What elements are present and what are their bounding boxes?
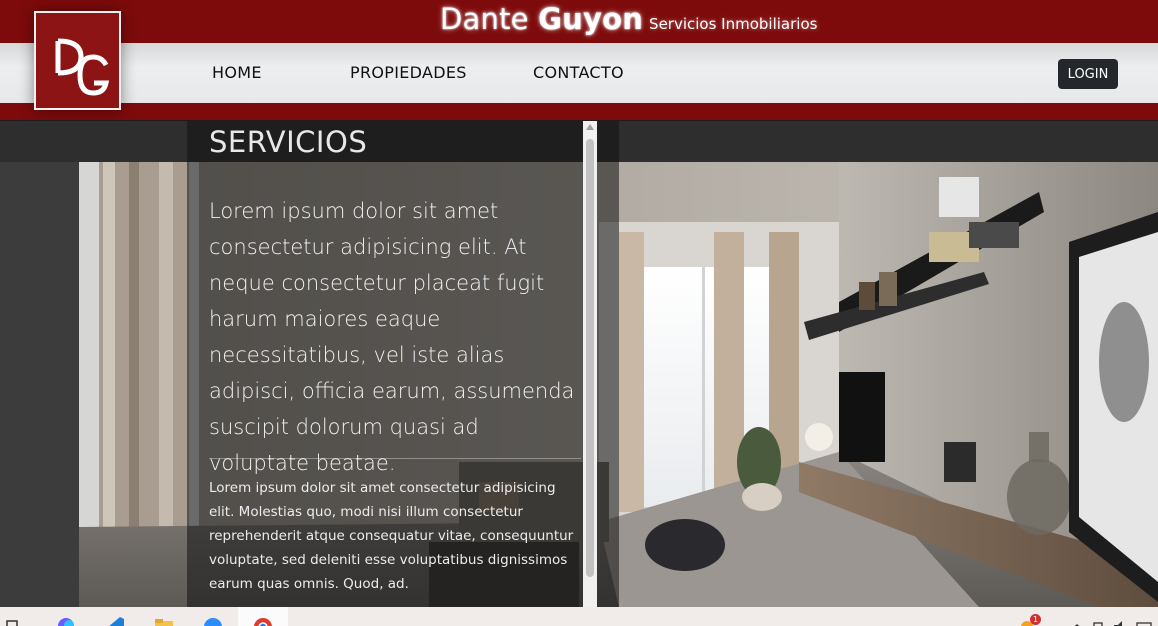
header-bar: Dante Guyon Servicios Inmobiliarios <box>0 0 1158 43</box>
logo-monogram: DG <box>55 38 110 96</box>
hero-section: SERVICIOS Lorem ipsum dolor sit amet con… <box>0 121 1158 607</box>
login-button[interactable]: LOGIN <box>1058 59 1118 89</box>
brand-subtitle: Servicios Inmobiliarios <box>649 15 818 33</box>
chevron-up-icon[interactable] <box>1066 615 1088 626</box>
os-taskbar: 1 <box>0 607 1158 626</box>
vscode-icon[interactable] <box>104 615 126 626</box>
brand: Dante Guyon Servicios Inmobiliarios <box>440 2 817 36</box>
header-bottom-band <box>0 103 1158 120</box>
scroll-thumb[interactable] <box>586 139 594 577</box>
brand-first-name: Dante <box>440 2 529 36</box>
battery-icon[interactable] <box>1134 615 1156 626</box>
volume-icon[interactable] <box>1110 615 1132 626</box>
nav-item-contacto[interactable]: CONTACTO <box>533 63 624 82</box>
brand-last-name: Guyon <box>538 2 644 36</box>
services-panel: SERVICIOS Lorem ipsum dolor sit amet con… <box>187 121 619 607</box>
zoom-icon[interactable] <box>202 615 224 626</box>
section-divider <box>209 458 581 459</box>
chrome-icon[interactable] <box>252 615 274 626</box>
section-body-text: Lorem ipsum dolor sit amet consectetur a… <box>209 480 574 592</box>
nav-item-propiedades[interactable]: PROPIEDADES <box>350 63 467 82</box>
section-lead-text: Lorem ipsum dolor sit amet consectetur a… <box>209 199 575 475</box>
task-view-icon[interactable] <box>4 615 26 626</box>
section-title: SERVICIOS <box>209 125 368 159</box>
notification-badge: 1 <box>1030 614 1041 625</box>
nav-item-home[interactable]: HOME <box>212 63 262 82</box>
brand-name: Dante Guyon <box>440 2 643 36</box>
file-explorer-icon[interactable] <box>153 615 175 626</box>
network-icon[interactable] <box>1088 615 1110 626</box>
scroll-up-arrow-icon[interactable] <box>586 124 594 130</box>
nav-bar: HOME PROPIEDADES CONTACTO LOGIN <box>0 43 1158 103</box>
copilot-icon[interactable] <box>55 615 77 626</box>
panel-scrollbar[interactable] <box>583 121 597 607</box>
logo[interactable]: DG <box>34 11 121 110</box>
